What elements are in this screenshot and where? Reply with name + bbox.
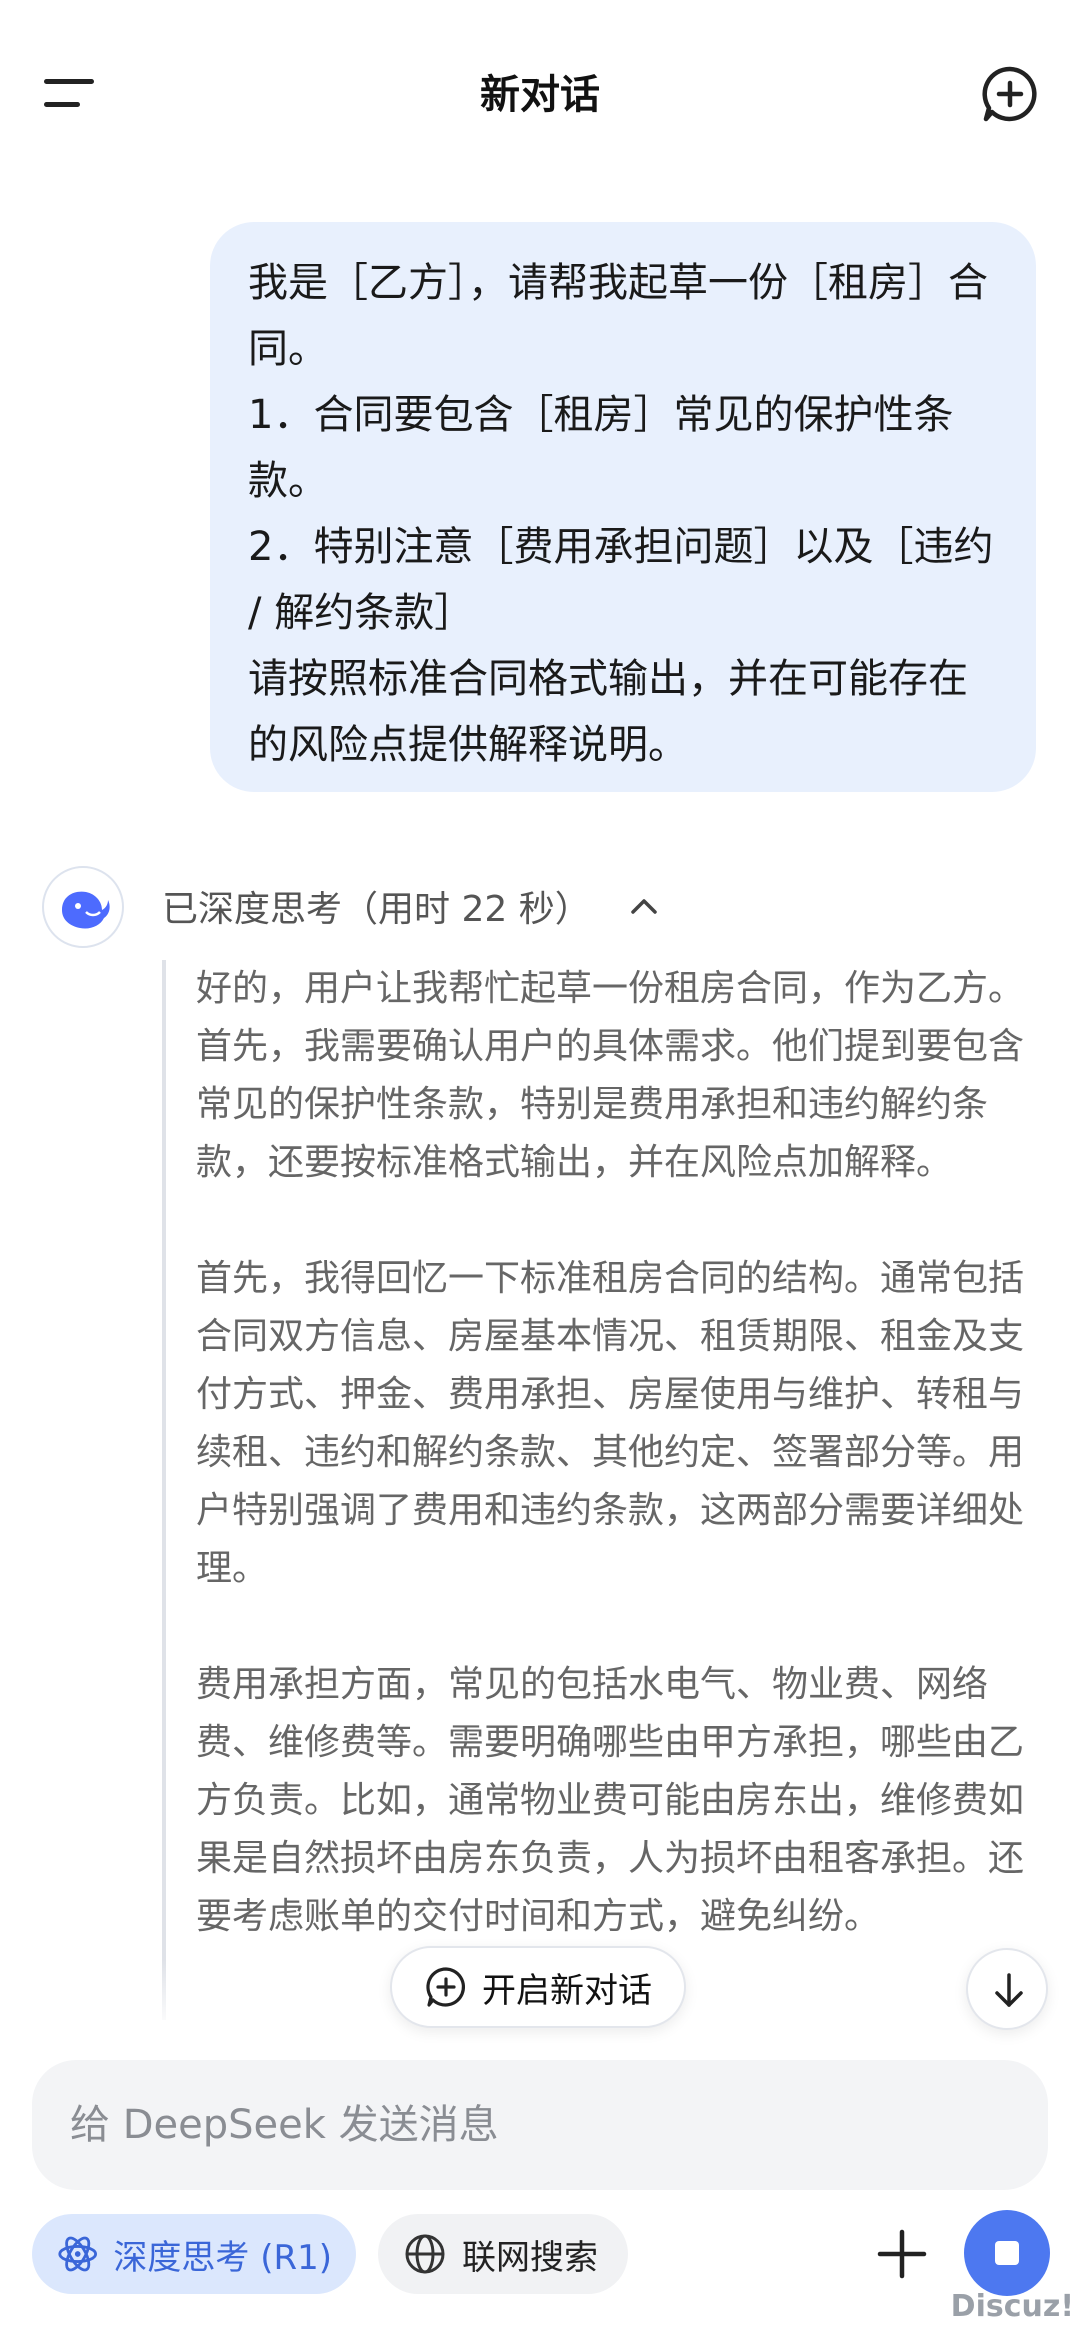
deep-think-toggle[interactable]: 深度思考 (R1) <box>32 2214 356 2294</box>
scroll-down-button[interactable] <box>966 1948 1048 2030</box>
web-search-label: 联网搜索 <box>462 2237 598 2278</box>
web-search-toggle[interactable]: 联网搜索 <box>378 2214 628 2294</box>
page-title: 新对话 <box>480 72 600 118</box>
plus-icon[interactable] <box>872 2224 932 2284</box>
user-message-bubble: 我是［乙方］，请帮我起草一份［租房］合同。 1．合同要包含［租房］常见的保护性条… <box>210 222 1036 792</box>
stop-icon <box>995 2241 1019 2265</box>
thinking-toggle[interactable]: 已深度思考（用时 22 秒） <box>162 878 661 934</box>
message-input-container[interactable] <box>32 2060 1048 2190</box>
start-new-chat-label: 开启新对话 <box>482 1970 652 2011</box>
top-bar: 新对话 <box>0 0 1080 190</box>
start-new-chat-button[interactable]: 开启新对话 <box>390 1946 686 2028</box>
deep-think-label: 深度思考 (R1) <box>113 2237 332 2278</box>
message-input[interactable] <box>68 2101 1012 2149</box>
chevron-up-icon <box>630 899 657 914</box>
deepseek-whale-icon <box>42 866 124 948</box>
thinking-paragraph: 费用承担方面，常见的包括水电气、物业费、网络费、维修费等。需要明确哪些由甲方承担… <box>196 1664 1025 1937</box>
thinking-paragraph: 好的，用户让我帮忙起草一份租房合同，作为乙方。首先，我需要确认用户的具体需求。他… <box>196 968 1025 1183</box>
chat-plus-icon <box>426 1967 466 2007</box>
arrow-down-icon <box>995 1973 1023 2007</box>
chat-screen: 新对话 我是［乙方］，请帮我起草一份［租房］合同。 1．合同要包含［租房］常见的… <box>0 0 1080 2328</box>
watermark: Discuz! <box>950 2289 1074 2324</box>
atom-icon <box>58 2236 98 2272</box>
thinking-label: 已深度思考（用时 22 秒） <box>162 889 591 930</box>
new-chat-icon[interactable] <box>980 64 1040 124</box>
stop-generation-button[interactable] <box>964 2210 1050 2296</box>
thinking-content: 好的，用户让我帮忙起草一份租房合同，作为乙方。首先，我需要确认用户的具体需求。他… <box>162 960 1042 2020</box>
thinking-paragraph: 首先，我得回忆一下标准租房合同的结构。通常包括合同双方信息、房屋基本情况、租赁期… <box>196 1258 1025 1589</box>
globe-icon <box>405 2234 445 2274</box>
